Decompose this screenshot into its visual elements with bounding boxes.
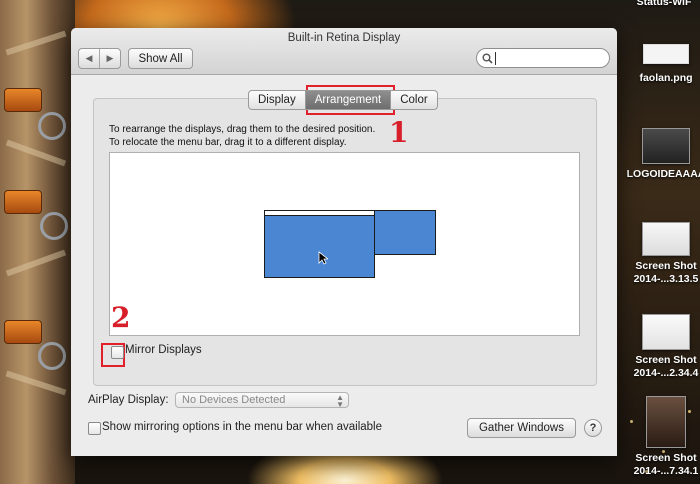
tab-arrangement[interactable]: Arrangement — [304, 91, 391, 109]
airplay-display-select[interactable]: No Devices Detected ▲ ▼ — [175, 392, 349, 409]
annotation-number-1: 1 — [389, 116, 409, 149]
forward-arrow-icon: ▶ — [106, 53, 114, 63]
desktop-file-label: Screen Shot — [635, 260, 697, 272]
search-input[interactable] — [495, 51, 605, 65]
window-title: Built-in Retina Display — [287, 32, 401, 44]
desktop-file-screenshot-2[interactable]: Screen Shot 2014-...2.34.4 — [626, 314, 700, 380]
instruction-line-1: To rearrange the displays, drag them to … — [109, 124, 376, 135]
show-mirroring-options-label: Show mirroring options in the menu bar w… — [102, 421, 382, 433]
tab-bar: Display Arrangement Color — [248, 90, 438, 110]
image-thumbnail-icon — [642, 128, 690, 164]
desktop-file-label: Screen Shot — [635, 354, 697, 366]
desktop-file-label: Screen Shot — [635, 452, 697, 464]
display-arrangement-canvas — [109, 152, 580, 336]
search-field — [476, 48, 610, 68]
instruction-line-2: To relocate the menu bar, drag it to a d… — [109, 136, 347, 148]
help-button[interactable]: ? — [584, 419, 602, 437]
gather-windows-button[interactable]: Gather Windows — [467, 418, 576, 438]
back-arrow-icon: ◀ — [85, 53, 93, 63]
airplay-selected-value: No Devices Detected — [182, 394, 286, 406]
show-all-button[interactable]: Show All — [128, 48, 193, 69]
screenshot-thumbnail-icon — [646, 396, 686, 448]
search-icon — [482, 53, 493, 64]
updown-arrows-icon: ▲ ▼ — [336, 393, 344, 409]
image-thumbnail-icon — [643, 44, 689, 64]
arrangement-instructions: To rearrange the displays, drag them to … — [109, 124, 375, 149]
display-preferences-window: Built-in Retina Display ◀ ▶ Show All Dis… — [71, 28, 617, 456]
mirror-displays-label: Mirror Displays — [125, 344, 202, 356]
desktop-file-label: faolan.png — [639, 72, 693, 84]
primary-display[interactable] — [264, 210, 375, 278]
tab-display[interactable]: Display — [249, 91, 305, 109]
forward-button[interactable]: ▶ — [99, 49, 120, 68]
back-button[interactable]: ◀ — [79, 49, 99, 68]
desktop-file-label: LOGOIDEAAAA — [626, 168, 700, 180]
tab-color[interactable]: Color — [390, 91, 436, 109]
desktop-file-status-wifi[interactable]: Status-WiF — [624, 0, 700, 9]
window-titlebar: Built-in Retina Display ◀ ▶ Show All — [71, 28, 617, 75]
back-forward-buttons: ◀ ▶ — [78, 48, 121, 69]
airplay-display-label: AirPlay Display: — [88, 394, 169, 406]
annotation-number-2: 2 — [111, 301, 131, 334]
desktop-file-label: Status-WiF — [636, 0, 692, 8]
secondary-display[interactable] — [374, 210, 436, 255]
desktop-file-sublabel: 2014-...7.34.1 — [633, 465, 699, 477]
desktop-file-logoideaaaa[interactable]: LOGOIDEAAAA — [626, 128, 700, 181]
menu-bar-handle[interactable] — [265, 211, 374, 216]
tower-photo — [0, 0, 75, 484]
mirror-displays-checkbox[interactable] — [111, 346, 124, 359]
desktop-file-sublabel: 2014-...3.13.5 — [633, 273, 699, 285]
desktop-file-faolan[interactable]: faolan.png — [626, 44, 700, 85]
desktop-file-screenshot-1[interactable]: Screen Shot 2014-...3.13.5 — [626, 222, 700, 286]
screenshot-thumbnail-icon — [642, 222, 690, 256]
desktop-file-sublabel: 2014-...2.34.4 — [633, 367, 699, 379]
show-mirroring-options-checkbox[interactable] — [88, 422, 101, 435]
screenshot-thumbnail-icon — [642, 314, 690, 350]
mouse-cursor-icon — [318, 251, 328, 265]
desktop-file-screenshot-3[interactable]: Screen Shot 2014-...7.34.1 — [626, 396, 700, 478]
